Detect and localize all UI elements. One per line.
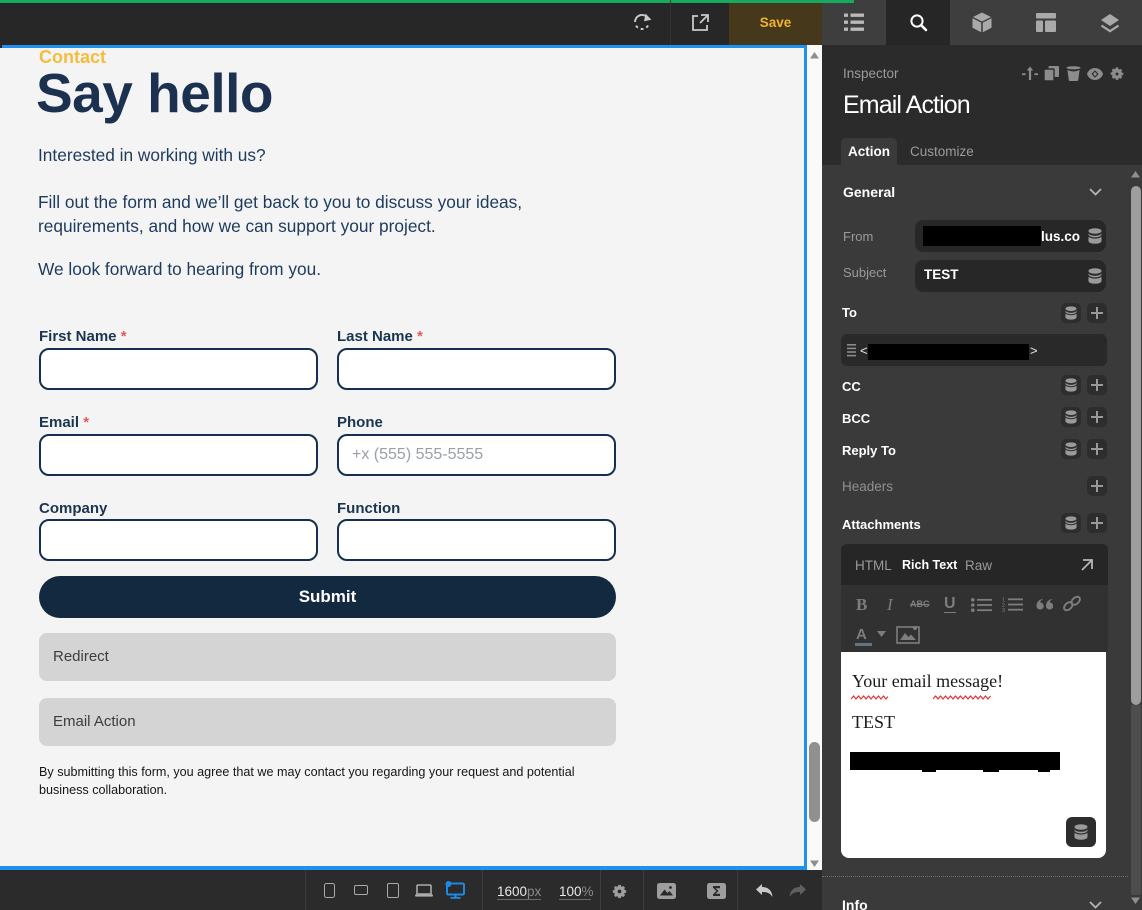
svg-text:3: 3 (1002, 608, 1005, 612)
